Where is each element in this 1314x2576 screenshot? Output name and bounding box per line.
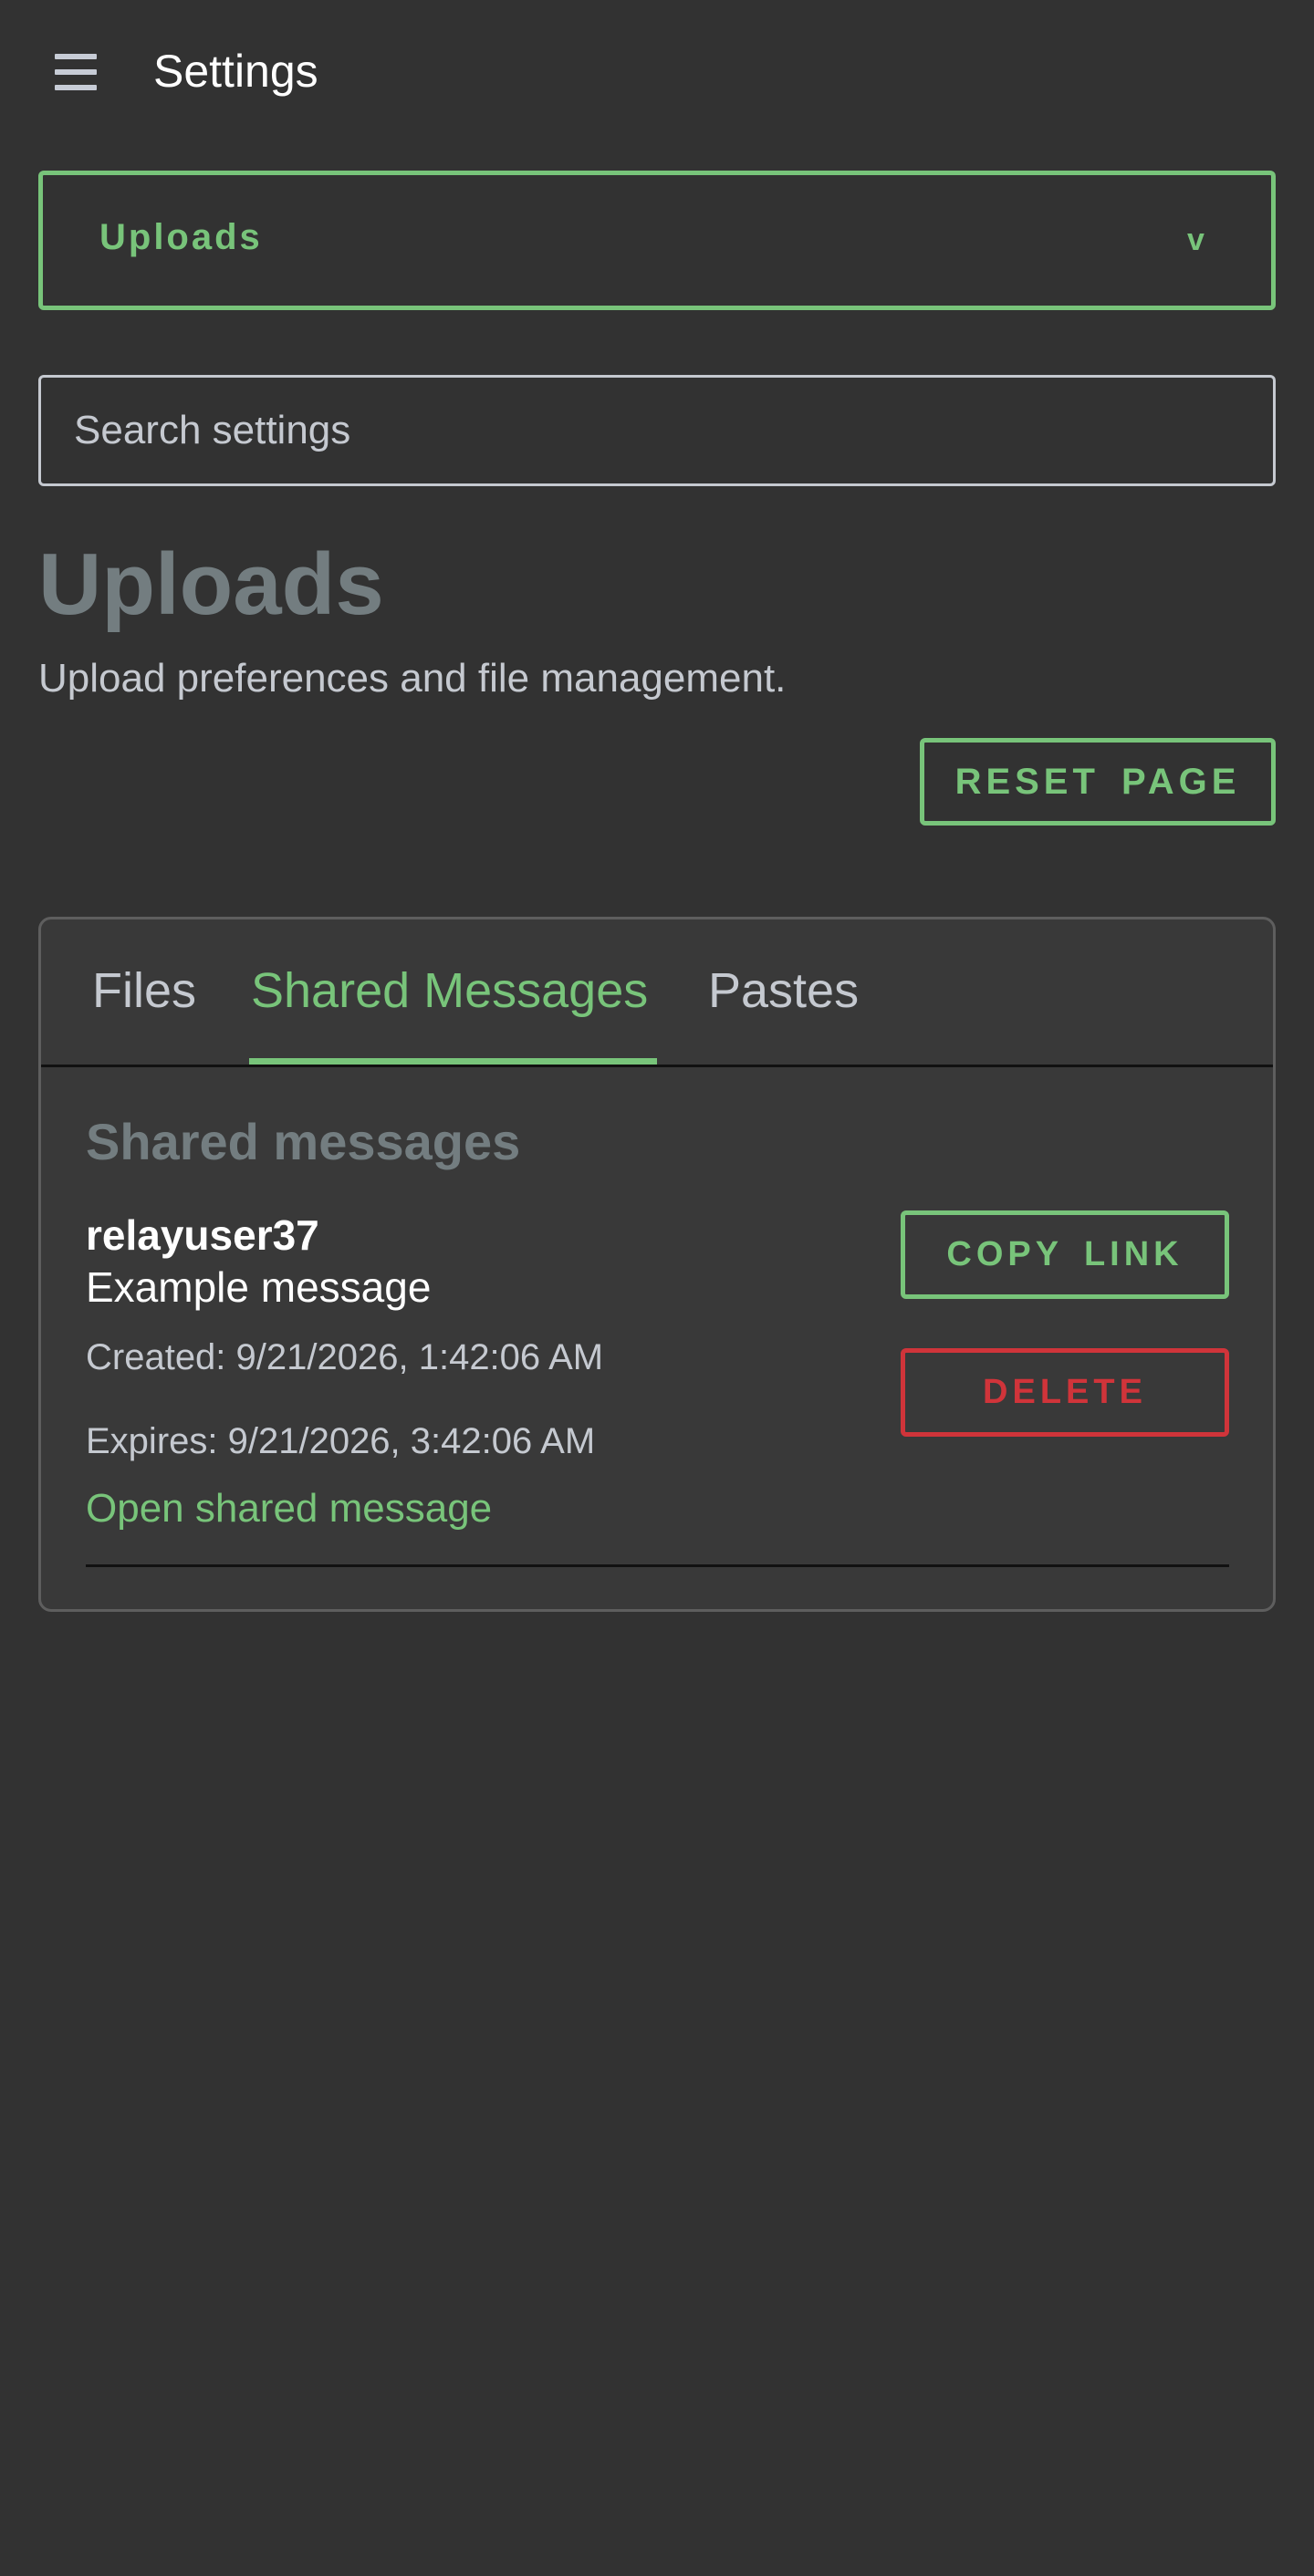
uploads-panel: Files Shared Messages Pastes Shared mess… <box>38 917 1276 1612</box>
app-title: Settings <box>153 46 318 97</box>
message-text: Example message <box>86 1263 432 1311</box>
message-created-date: Created: 9/21/2026, 1:42:06 AM <box>86 1337 604 1377</box>
section-title: Shared messages <box>86 1113 521 1170</box>
tab-files[interactable]: Files <box>92 960 196 1022</box>
menu-line <box>55 69 97 75</box>
category-select[interactable]: Uploads v <box>38 171 1276 310</box>
category-select-value: Uploads <box>99 217 263 257</box>
menu-line <box>55 54 97 59</box>
open-shared-message-link[interactable]: Open shared message <box>86 1483 492 1534</box>
menu-line <box>55 85 97 90</box>
message-expires-date: Expires: 9/21/2026, 3:42:06 AM <box>86 1421 596 1461</box>
app-bar: Settings <box>0 0 1314 146</box>
active-tab-indicator <box>249 1058 657 1065</box>
page-subtitle: Upload preferences and file management. <box>38 656 787 701</box>
reset-page-button[interactable]: RESET PAGE <box>920 738 1276 826</box>
delete-button[interactable]: DELETE <box>901 1348 1229 1437</box>
row-divider <box>86 1564 1229 1567</box>
tab-pastes[interactable]: Pastes <box>708 960 859 1022</box>
copy-link-button[interactable]: COPY LINK <box>901 1210 1229 1299</box>
tab-shared-messages[interactable]: Shared Messages <box>251 960 648 1022</box>
chevron-down-icon: v <box>1187 223 1204 257</box>
page-title: Uploads <box>38 535 384 633</box>
hamburger-menu-icon[interactable] <box>55 54 97 90</box>
message-author: relayuser37 <box>86 1211 319 1259</box>
uploads-tabs: Files Shared Messages Pastes <box>41 919 1273 1067</box>
search-settings-input[interactable] <box>38 375 1276 486</box>
